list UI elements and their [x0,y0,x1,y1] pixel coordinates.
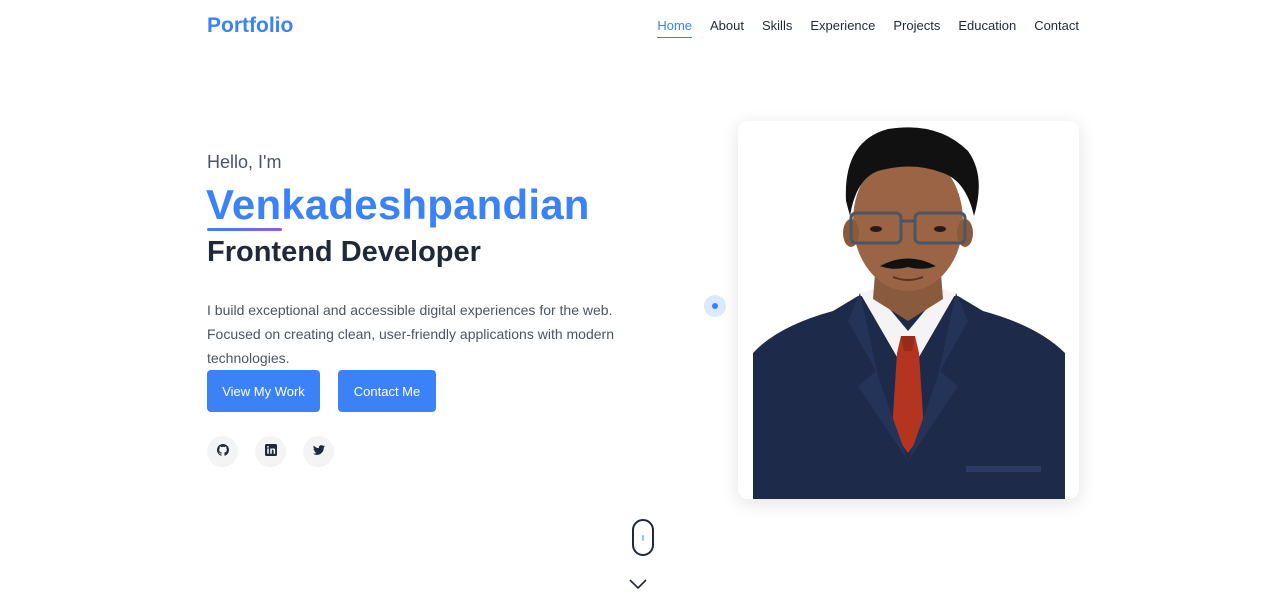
view-my-work-button[interactable]: View My Work [207,370,320,412]
nav-item-projects[interactable]: Projects [893,18,940,38]
linkedin-link[interactable] [255,436,286,467]
twitter-link[interactable] [303,436,334,467]
brand-logo[interactable]: Portfolio [207,14,293,38]
profile-photo [738,121,1079,499]
linkedin-icon [264,443,277,461]
nav-item-home[interactable]: Home [657,18,692,38]
contact-me-button[interactable]: Contact Me [338,370,436,412]
nav-item-contact[interactable]: Contact [1034,18,1079,38]
top-navbar: Portfolio Home About Skills Experience P… [0,0,1280,56]
hero-bio: I build exceptional and accessible digit… [207,302,614,366]
nav-item-experience[interactable]: Experience [810,18,875,38]
nav-item-education[interactable]: Education [958,18,1016,38]
nav-menu: Home About Skills Experience Projects Ed… [657,18,1079,38]
hero-greeting: Hello, I'm [207,152,282,172]
hero-name: Venkadeshpandian [206,181,590,228]
mouse-wheel-indicator [642,535,644,541]
nav-item-skills[interactable]: Skills [762,18,792,38]
github-icon [216,443,229,461]
twitter-icon [312,443,325,461]
chevron-down-icon[interactable] [628,577,648,591]
profile-photo-card [738,121,1079,499]
github-link[interactable] [207,436,238,467]
name-underline-accent [207,228,282,231]
decorative-dot [704,295,726,317]
mouse-scroll-icon[interactable] [632,519,654,556]
hero-role: Frontend Developer [207,236,481,268]
nav-item-about[interactable]: About [710,18,744,38]
